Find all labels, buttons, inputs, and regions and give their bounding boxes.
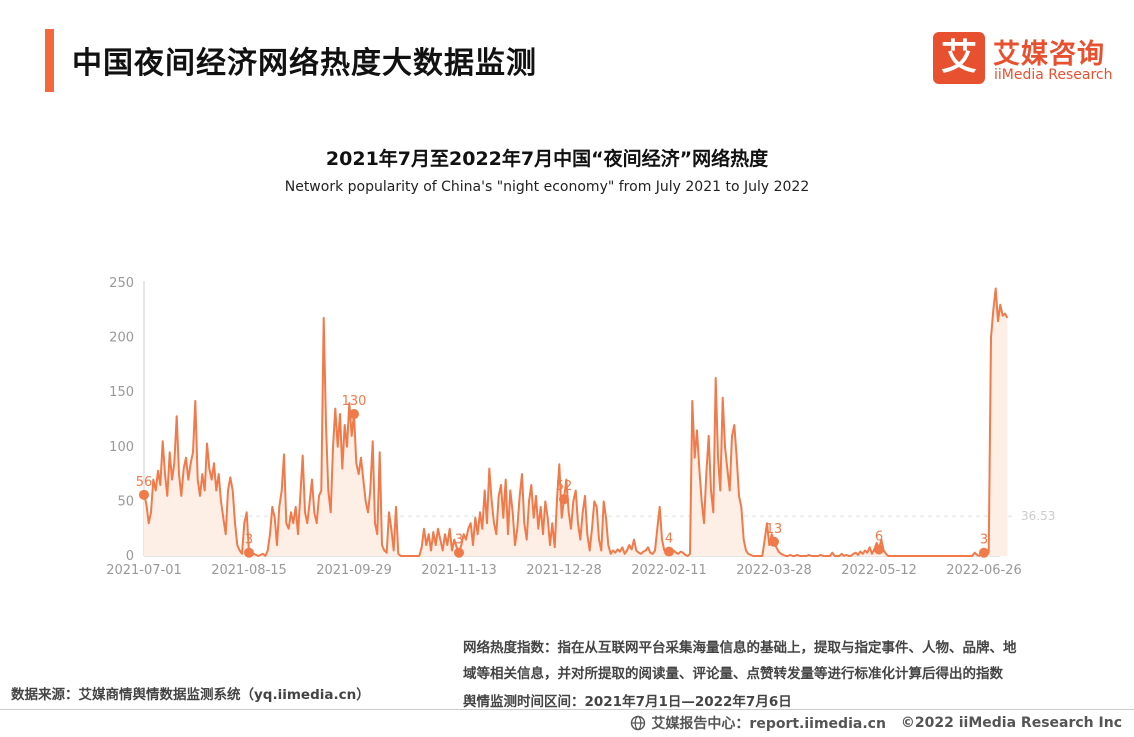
annotation-label: 130	[342, 394, 367, 409]
x-tick-label: 2022-03-28	[736, 563, 812, 578]
popularity-chart: 0 50 100 150 200 250 2021-07-01 2021-08-15 2021-…	[106, 276, 1055, 578]
annotation-label: 52	[556, 479, 573, 494]
average-line-label: 36.53	[1021, 509, 1055, 523]
annotation-point	[769, 536, 779, 547]
copyright: ©2022 iiMedia Research Inc	[900, 715, 1122, 731]
y-tick-label: 100	[109, 440, 134, 455]
annotation-label: 4	[665, 532, 673, 547]
x-tick-label: 2021-08-15	[211, 563, 287, 578]
annotation-label: 56	[136, 475, 153, 490]
annotation-label: 3	[455, 533, 463, 548]
y-tick-label: 250	[109, 276, 134, 291]
globe-icon	[631, 715, 646, 731]
note-index-definition-2: 域等相关信息，并对所提取的阅读量、评论量、点赞转发量等进行标准化计算后得出的指数	[463, 666, 1003, 682]
annotation-point	[874, 544, 884, 555]
report-center-link[interactable]: 艾媒报告中心：report.iimedia.cn	[651, 713, 886, 733]
annotation-point	[664, 546, 674, 557]
y-tick-label: 0	[126, 549, 134, 564]
data-source: 数据来源：艾媒商情舆情数据监测系统（yq.iimedia.cn）	[11, 687, 370, 703]
x-tick-label: 2021-07-01	[106, 563, 182, 578]
x-tick-label: 2021-09-29	[316, 563, 392, 578]
annotation-point	[244, 547, 254, 558]
annotation-point	[139, 489, 149, 500]
x-tick-label: 2022-05-12	[841, 563, 917, 578]
x-tick-label: 2022-06-26	[946, 563, 1022, 578]
annotation-label: 3	[980, 533, 988, 548]
annotation-point	[454, 547, 464, 558]
annotation-point	[979, 547, 989, 558]
note-index-definition-1: 网络热度指数：指在从互联网平台采集海量信息的基础上，提取与指定事件、人物、品牌、…	[463, 640, 1017, 656]
x-tick-label: 2021-12-28	[526, 563, 602, 578]
y-tick-label: 50	[117, 494, 134, 509]
annotation-point	[349, 409, 359, 420]
x-tick-label: 2021-11-13	[421, 563, 497, 578]
note-monitoring-period: 舆情监测时间区间：2021年7月1日—2022年7月6日	[463, 694, 792, 710]
x-tick-label: 2022-02-11	[631, 563, 707, 578]
footer: 艾媒报告中心：report.iimedia.cn ©2022 iiMedia R…	[630, 713, 1122, 733]
annotation-point	[559, 494, 569, 505]
annotation-label: 3	[245, 533, 253, 548]
annotation-label: 6	[875, 529, 883, 544]
footer-divider	[0, 709, 1134, 710]
y-tick-label: 200	[109, 331, 134, 346]
annotation-label: 13	[766, 522, 783, 537]
y-tick-label: 150	[109, 385, 134, 400]
